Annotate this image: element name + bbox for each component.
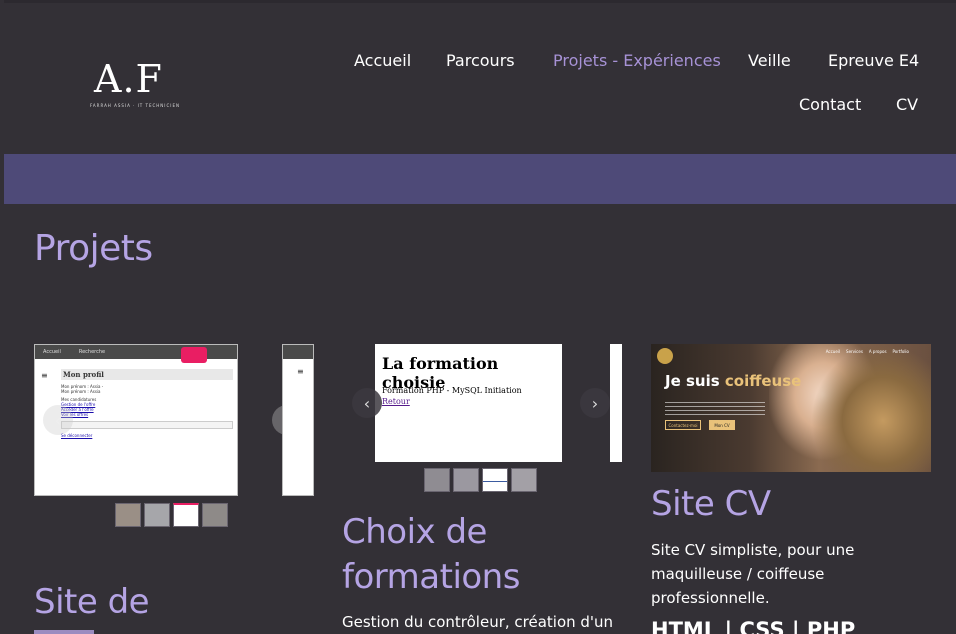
- nav-cv[interactable]: CV: [896, 95, 918, 114]
- nav-parcours[interactable]: Parcours: [446, 51, 515, 70]
- project1-thumbnails: [115, 503, 228, 527]
- mini-line: Mon prénom : Assia: [61, 389, 101, 394]
- chevron-left-icon[interactable]: ‹: [352, 388, 382, 418]
- site-logo[interactable]: A.F FARRAH ASSIA · IT TECHNICIEN: [90, 57, 179, 111]
- thumbnail[interactable]: [511, 468, 537, 492]
- project3-description: Site CV simpliste, pour une maquilleuse …: [651, 541, 855, 607]
- cv-logo: [657, 348, 673, 364]
- mini-topbar: Accueil Recherche: [35, 345, 237, 363]
- project2-next-slide: [610, 344, 622, 462]
- cv-hero-text: [665, 402, 765, 418]
- cv-cv-button: Mon CV: [709, 420, 735, 430]
- cv-hero-title-start: Je suis: [665, 372, 725, 390]
- project2-thumbnails: [424, 468, 537, 492]
- logo-mark: A.F: [94, 57, 163, 101]
- formation-text: Formation PHP - MySQL Initiation: [382, 386, 522, 395]
- nav-veille[interactable]: Veille: [748, 51, 791, 70]
- project2-title: Choix de formations: [342, 512, 520, 597]
- thumbnail[interactable]: [144, 503, 170, 527]
- site-header: A.F FARRAH ASSIA · IT TECHNICIEN Accueil…: [4, 0, 956, 154]
- project2-description: Gestion du contrôleur, création d'un: [342, 613, 614, 631]
- hamburger-icon: ≡: [297, 367, 304, 376]
- mini-link: Voir les offres: [61, 412, 89, 417]
- project1-title-cropped-line: [34, 625, 254, 634]
- project1-title: Site de: [34, 582, 150, 622]
- chevron-right-icon[interactable]: ›: [580, 388, 610, 418]
- chevron-left-icon[interactable]: ‹: [43, 405, 73, 435]
- cv-nav-item: Services: [846, 349, 863, 354]
- nav-epreuve-e4[interactable]: Epreuve E4: [828, 51, 919, 70]
- cv-nav-item: Accueil: [825, 349, 841, 354]
- cv-nav-item: A propos: [868, 349, 887, 354]
- mini-nav-item: Accueil: [43, 349, 61, 355]
- hamburger-icon: ≡: [41, 371, 48, 380]
- project2-screenshot[interactable]: La formation choisie Formation PHP - MyS…: [375, 344, 562, 462]
- nav-projets-experiences[interactable]: Projets - Expériences: [553, 51, 721, 70]
- thumbnail[interactable]: [453, 468, 479, 492]
- thumbnail[interactable]: [424, 468, 450, 492]
- cv-hero-title-accent: coiffeuse: [724, 372, 802, 390]
- mini-input-row: [61, 421, 233, 429]
- mini-link: Se déconnecter: [61, 433, 93, 438]
- mini-topbar: [283, 345, 313, 359]
- cv-nav: Accueil Services A propos Portfolio: [826, 349, 909, 354]
- thumbnail[interactable]: [202, 503, 228, 527]
- project3-tech: HTML | CSS | PHP: [651, 618, 856, 634]
- thumbnail-active[interactable]: [173, 503, 199, 527]
- mini-heading: Mon profil: [61, 369, 233, 380]
- nav-contact[interactable]: Contact: [799, 95, 861, 114]
- nav-accueil[interactable]: Accueil: [354, 51, 411, 70]
- section-title: Projets: [34, 228, 153, 269]
- project1-next-slide: ≡: [282, 344, 314, 496]
- mini-nav-item: Recherche: [78, 349, 106, 355]
- project3-title: Site CV: [651, 484, 771, 524]
- formation-link: Retour: [382, 397, 410, 406]
- cv-contact-button: Contactez-moi: [665, 420, 701, 430]
- cv-hero-title: Je suis coiffeuse: [665, 372, 801, 390]
- cropped-text-fragment: [34, 630, 94, 634]
- portrait-hair: [811, 344, 931, 472]
- thumbnail[interactable]: [115, 503, 141, 527]
- project3-screenshot[interactable]: Accueil Services A propos Portfolio Je s…: [651, 344, 931, 472]
- header-band: [4, 154, 956, 204]
- cv-nav-item: Portfolio: [892, 349, 909, 354]
- thumbnail-active[interactable]: [482, 468, 508, 492]
- logo-subtitle: FARRAH ASSIA · IT TECHNICIEN: [90, 103, 180, 108]
